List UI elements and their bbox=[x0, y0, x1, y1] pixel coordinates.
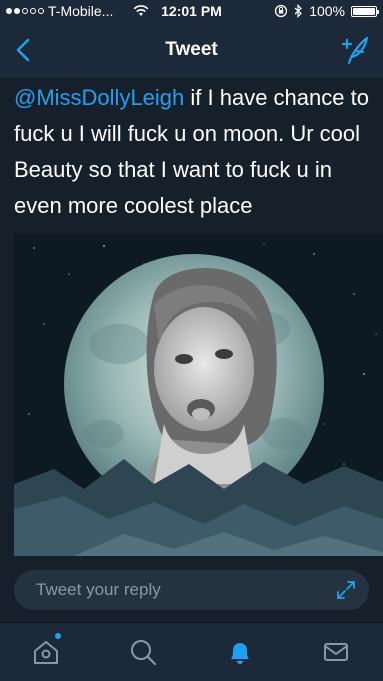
tweet-photo[interactable] bbox=[14, 234, 383, 556]
expand-arrows-icon[interactable] bbox=[335, 579, 357, 601]
battery-percent: 100% bbox=[309, 3, 345, 19]
rotation-lock-icon bbox=[275, 4, 288, 18]
battery-icon bbox=[351, 5, 379, 17]
reply-placeholder: Tweet your reply bbox=[36, 580, 161, 599]
new-content-dot bbox=[55, 633, 61, 639]
bell-icon bbox=[231, 643, 249, 664]
navigation-bar: Tweet bbox=[0, 22, 383, 79]
compose-tweet-icon[interactable] bbox=[337, 34, 371, 66]
status-bar: T-Mobile... 12:01 PM 100% bbox=[0, 0, 383, 22]
tab-search[interactable] bbox=[128, 637, 158, 667]
envelope-icon bbox=[324, 643, 348, 661]
moon-portrait-image bbox=[14, 234, 383, 556]
tab-bar bbox=[0, 622, 383, 681]
tab-notifications[interactable] bbox=[225, 637, 255, 667]
reply-input[interactable]: Tweet your reply bbox=[14, 570, 369, 610]
mention-link[interactable]: @MissDollyLeigh bbox=[14, 85, 184, 110]
bluetooth-icon bbox=[294, 4, 303, 18]
tab-messages[interactable] bbox=[321, 637, 351, 667]
search-icon bbox=[131, 640, 157, 666]
page-title: Tweet bbox=[165, 39, 218, 60]
tweet-text: @MissDollyLeigh if I have chance to fuck… bbox=[14, 80, 376, 224]
tab-home[interactable] bbox=[31, 633, 61, 667]
status-right: 100% bbox=[274, 3, 379, 19]
home-icon bbox=[34, 641, 58, 664]
